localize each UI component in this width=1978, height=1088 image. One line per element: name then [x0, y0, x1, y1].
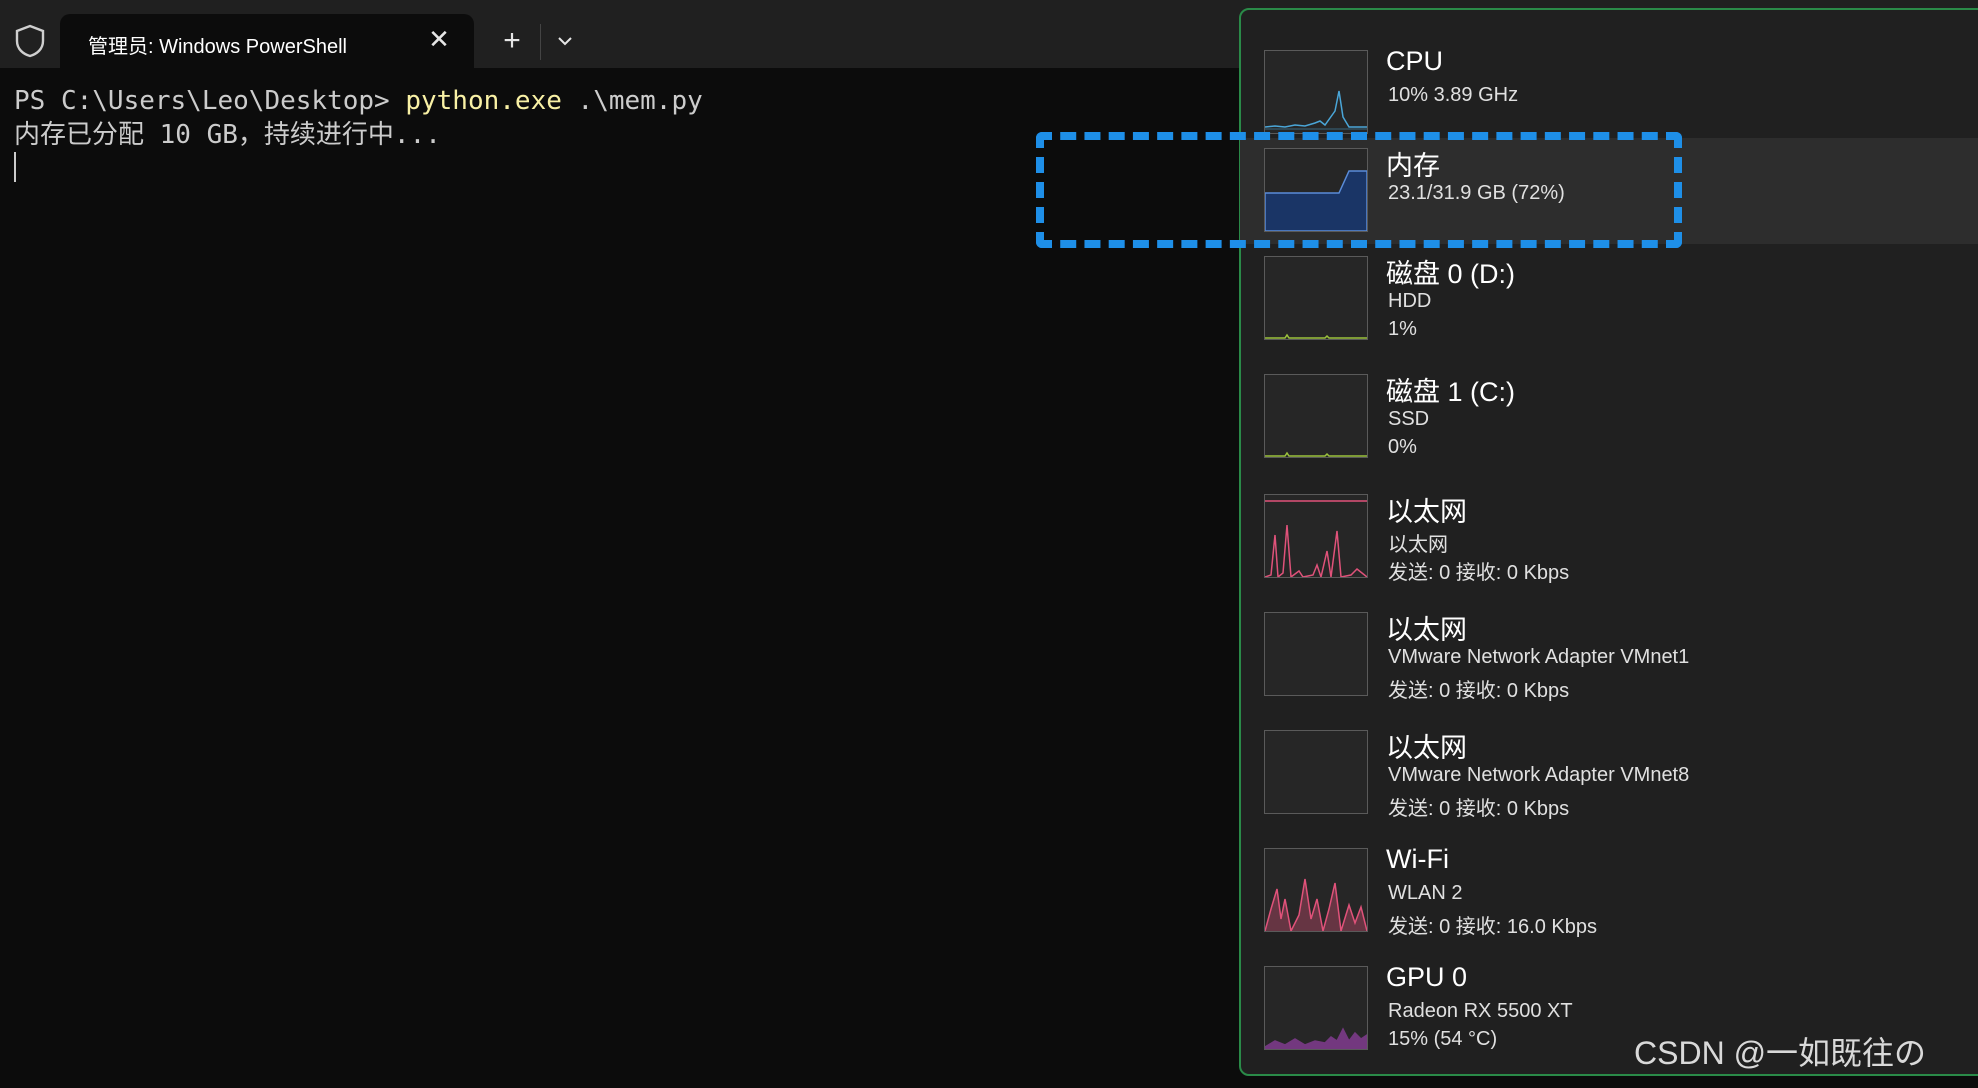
perf-item-title: 以太网 [1386, 733, 1467, 763]
wifi-graph [1264, 848, 1368, 932]
perf-item-detail: VMware Network Adapter VMnet8 [1388, 764, 1690, 786]
perf-item-detail: Radeon RX 5500 XT [1388, 1000, 1573, 1022]
perf-item-detail-2: 发送: 0 接收: 0 Kbps [1388, 562, 1570, 584]
perf-item-detail: VMware Network Adapter VMnet1 [1388, 646, 1690, 668]
sparkline [1265, 500, 1367, 577]
shield-icon [15, 24, 45, 58]
output-line: 内存已分配 10 GB，持续进行中... [14, 120, 441, 150]
perf-item-title: GPU 0 [1386, 962, 1468, 992]
sparkline [1265, 451, 1367, 457]
perf-item-wifi[interactable]: Wi-Fi WLAN 2 发送: 0 接收: 16.0 Kbps [1240, 838, 1978, 944]
perf-item-cpu[interactable]: CPU 10% 3.89 GHz [1240, 40, 1978, 146]
command-text: python.exe [405, 86, 562, 116]
terminal-output[interactable]: PS C:\Users\Leo\Desktop> python.exe .\me… [14, 84, 703, 152]
sparkline [1265, 613, 1367, 695]
ethernet-vmnet8-graph [1264, 730, 1368, 814]
disk-1-graph [1264, 374, 1368, 458]
perf-item-detail-2: 发送: 0 接收: 16.0 Kbps [1388, 916, 1597, 938]
perf-item-title: 以太网 [1386, 497, 1467, 527]
gpu-0-graph [1264, 966, 1368, 1050]
new-tab-button[interactable]: + [496, 26, 528, 58]
perf-item-title: 以太网 [1386, 615, 1467, 645]
perf-item-detail-2: 15% (54 °C) [1388, 1028, 1498, 1050]
perf-item-title: CPU [1386, 46, 1444, 76]
tab-powershell[interactable]: 管理员: Windows PowerShell ✕ [60, 14, 474, 68]
prompt-text: PS C:\Users\Leo\Desktop> [14, 86, 406, 116]
perf-item-detail-2: 0% [1388, 436, 1417, 458]
sparkline [1265, 878, 1367, 931]
perf-item-detail-2: 发送: 0 接收: 0 Kbps [1388, 680, 1570, 702]
perf-item-title: 磁盘 1 (C:) [1386, 377, 1516, 407]
perf-item-detail-2: 发送: 0 接收: 0 Kbps [1388, 798, 1570, 820]
perf-item-detail-2: 1% [1388, 318, 1417, 340]
perf-item-detail: HDD [1388, 290, 1432, 312]
sparkline [1265, 1027, 1367, 1049]
perf-item-detail: SSD [1388, 408, 1430, 430]
sparkline [1265, 90, 1367, 130]
perf-item-ethernet-vmnet1[interactable]: 以太网 VMware Network Adapter VMnet1 发送: 0 接收… [1240, 602, 1978, 708]
sparkline [1265, 333, 1367, 339]
perf-item-disk-0[interactable]: 磁盘 0 (D:) HDD 1% [1240, 246, 1978, 352]
perf-item-detail: 以太网 [1388, 534, 1448, 556]
command-args: .\mem.py [561, 86, 703, 116]
perf-item-disk-1[interactable]: 磁盘 1 (C:) SSD 0% [1240, 364, 1978, 470]
ethernet-graph [1264, 494, 1368, 578]
watermark: CSDN @一如既往の [1634, 1035, 1927, 1071]
perf-item-ethernet-vmnet8[interactable]: 以太网 VMware Network Adapter VMnet8 发送: 0 接收… [1240, 720, 1978, 826]
sparkline [1265, 731, 1367, 813]
perf-item-detail: WLAN 2 [1388, 882, 1463, 904]
disk-0-graph [1264, 256, 1368, 340]
perf-item-ethernet[interactable]: 以太网 以太网 发送: 0 接收: 0 Kbps [1240, 484, 1978, 590]
titlebar-divider [540, 24, 541, 60]
perf-item-title: Wi-Fi [1386, 844, 1449, 874]
highlight-box [1036, 132, 1682, 248]
perf-item-title: 磁盘 0 (D:) [1386, 259, 1516, 289]
close-icon[interactable]: ✕ [424, 24, 454, 54]
ethernet-vmnet1-graph [1264, 612, 1368, 696]
tab-title: 管理员: Windows PowerShell [88, 36, 347, 58]
cpu-graph [1264, 50, 1368, 134]
perf-item-detail: 10% 3.89 GHz [1388, 84, 1519, 106]
text-cursor [14, 152, 16, 182]
chevron-down-icon[interactable] [554, 30, 576, 52]
